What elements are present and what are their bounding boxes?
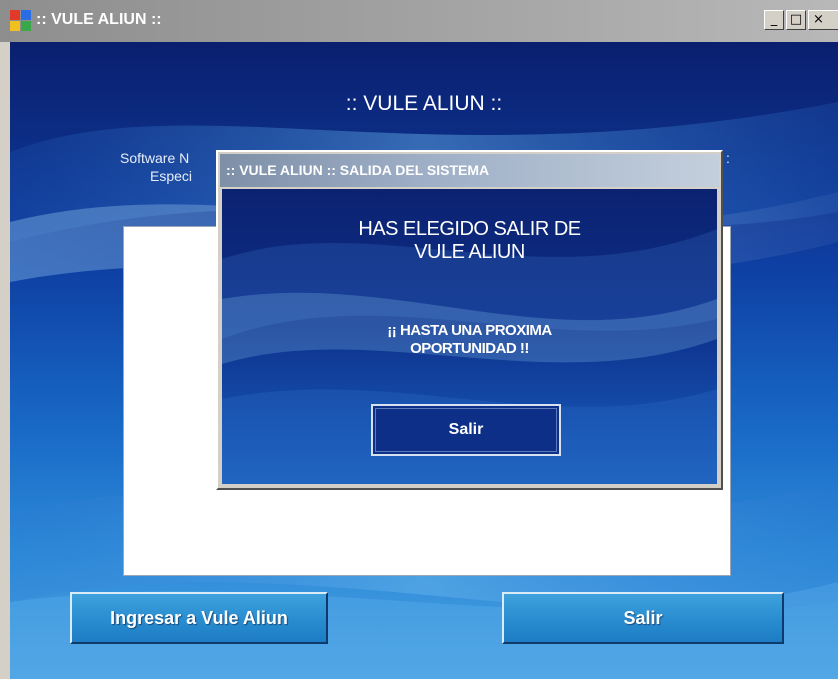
subtitle-text-right: : [726,150,730,166]
exit-dialog: :: VULE ALIUN :: SALIDA DEL SISTEMA HAS … [216,150,723,490]
window-title: :: VULE ALIUN :: [36,11,162,28]
minimize-button[interactable]: _ [764,10,784,30]
subtitle-text: Software N [120,150,190,166]
exit-button[interactable]: Salir [502,592,784,644]
app-icon [10,10,32,32]
dialog-exit-button[interactable]: Salir [371,404,561,456]
dialog-body: HAS ELEGIDO SALIR DE VULE ALIUN ¡¡ HASTA… [222,189,717,484]
maximize-button[interactable]: □ [786,10,806,30]
title-bar[interactable]: :: VULE ALIUN :: _ □ × [0,0,838,42]
dialog-message-2: OPORTUNIDAD !! [410,340,529,357]
dialog-title-bar[interactable]: :: VULE ALIUN :: SALIDA DEL SISTEMA [220,154,719,187]
dialog-message: ¡¡ HASTA UNA PROXIMA [387,322,552,339]
dialog-heading: HAS ELEGIDO SALIR DE [358,218,581,240]
dialog-title: :: VULE ALIUN :: SALIDA DEL SISTEMA [226,162,490,178]
subtitle-text-2: Especi [150,168,193,184]
close-button[interactable]: × [808,10,838,30]
dialog-heading-2: VULE ALIUN [414,241,525,263]
enter-vule-aliun-button[interactable]: Ingresar a Vule Aliun [70,592,328,644]
main-window: :: VULE ALIUN :: _ □ × :: VULE ALIUN:: … [0,0,838,679]
main-title: :: VULE ALIUN :: [345,92,503,115]
